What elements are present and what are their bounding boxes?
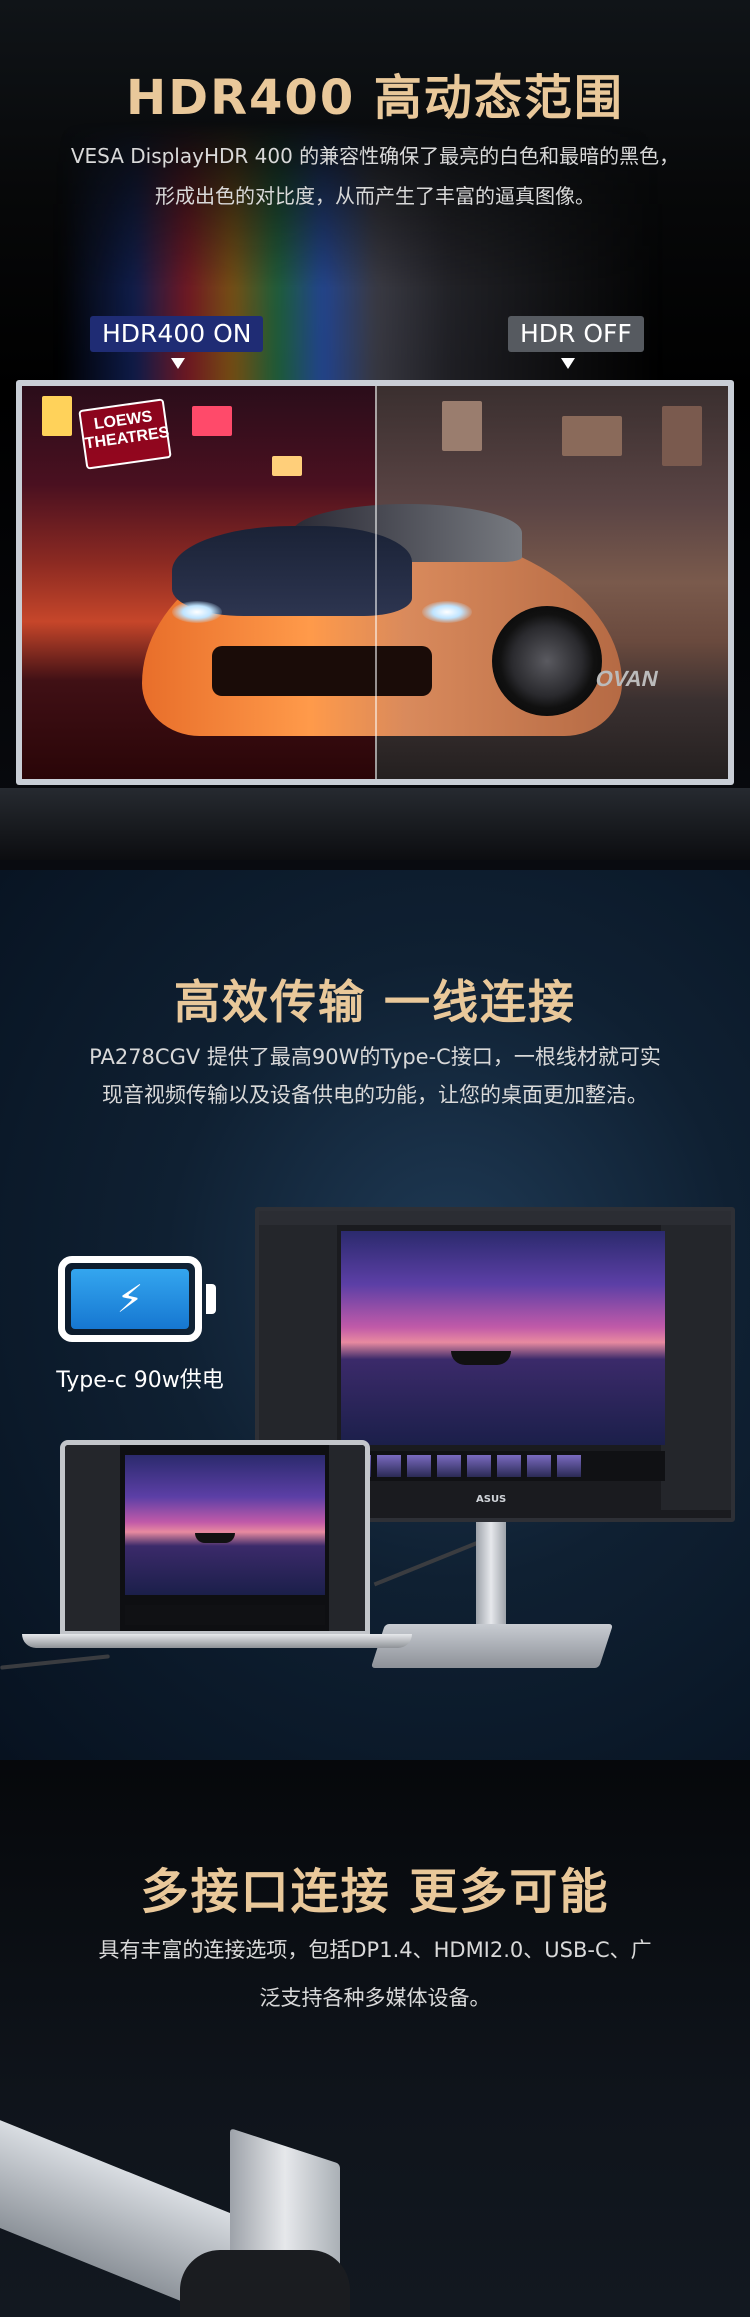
typec-power-label: Type-c 90w供电 [56, 1368, 224, 1393]
monitor-stand-base [370, 1624, 614, 1668]
filmstrip-thumbnail [497, 1455, 521, 1477]
billboard [192, 406, 232, 436]
editor-filmstrip [341, 1451, 665, 1481]
ports-section: 多接口连接 更多可能 具有丰富的连接选项，包括DP1.4、HDMI2.0、USB… [0, 1760, 750, 2317]
billboard [442, 401, 482, 451]
editor-photo-sunset-lake [341, 1231, 665, 1445]
car-decal-graphic: OVAN [593, 666, 661, 691]
hdr-description: VESA DisplayHDR 400 的兼容性确保了最亮的白色和最暗的黑色， … [40, 136, 710, 216]
hdr-off-label: HDR OFF [508, 316, 644, 352]
typec-title: 高效传输 一线连接 [173, 975, 576, 1029]
laptop-base [22, 1634, 412, 1648]
hdr-description-line-2: 形成出色的对比度，从而产生了丰富的逼真图像。 [155, 184, 595, 208]
ports-title: 多接口连接 更多可能 [140, 1864, 610, 1920]
billboard [42, 396, 72, 436]
battery-charging-icon: ⚡ [58, 1256, 202, 1342]
hdr-description-line-1: VESA DisplayHDR 400 的兼容性确保了最亮的白色和最暗的黑色， [70, 144, 680, 168]
typec-section: 高效传输 一线连接 PA278CGV 提供了最高90W的Type-C接口，一根线… [0, 870, 750, 1760]
filmstrip-thumbnail [467, 1455, 491, 1477]
car-headlight [422, 601, 472, 623]
ports-description-line-2: 泛支持各种多媒体设备。 [259, 1986, 491, 2010]
hdr-on-label: HDR400 ON [90, 316, 264, 352]
monitor-stand-neck [476, 1522, 506, 1637]
battery-terminal [206, 1284, 216, 1314]
lightning-bolt-icon: ⚡ [116, 1277, 144, 1321]
car-wheel [492, 606, 602, 716]
typec-description-line-1: PA278CGV 提供了最高90W的Type-C接口，一根线材就可实 [89, 1045, 661, 1069]
filmstrip-thumbnail [557, 1455, 581, 1477]
filmstrip-thumbnail [437, 1455, 461, 1477]
ports-description: 具有丰富的连接选项，包括DP1.4、HDMI2.0、USB-C、广 泛支持各种多… [40, 1926, 710, 2022]
boat-silhouette [451, 1351, 511, 1365]
laptop-cable [0, 1654, 110, 1670]
filmstrip-thumbnail [377, 1455, 401, 1477]
editor-toolbar [259, 1211, 731, 1225]
typec-description: PA278CGV 提供了最高90W的Type-C接口，一根线材就可实 现音视频传… [25, 1038, 725, 1114]
car-headlight [172, 601, 222, 623]
asus-logo: ASUS [476, 1494, 507, 1505]
car-grille [212, 646, 432, 696]
laptop [60, 1440, 370, 1636]
hdr-off-pointer-icon [561, 358, 575, 369]
laptop-editor-left-panel [65, 1445, 120, 1631]
filmstrip-thumbnail [407, 1455, 431, 1477]
laptop-photo-sunset-lake [125, 1455, 325, 1595]
filmstrip-thumbnail [527, 1455, 551, 1477]
billboard [562, 416, 622, 456]
hdr-comparison-image: LOEWS THEATRES OVAN [22, 386, 728, 779]
battery-fill: ⚡ [71, 1269, 189, 1329]
hdr-title: HDR400 高动态范围 [126, 70, 624, 126]
billboard [662, 406, 702, 466]
hdr-on-pointer-icon [171, 358, 185, 369]
hdr-section: HDR400 高动态范围 VESA DisplayHDR 400 的兼容性确保了… [0, 0, 750, 870]
comparison-divider [375, 386, 377, 779]
monitor-hinge [180, 2250, 350, 2317]
boat-silhouette [195, 1533, 235, 1543]
billboard [272, 456, 302, 476]
editor-right-panel [661, 1225, 731, 1510]
laptop-filmstrip [125, 1605, 325, 1625]
hdr-comparison-monitor: LOEWS THEATRES OVAN [16, 380, 734, 785]
ports-description-line-1: 具有丰富的连接选项，包括DP1.4、HDMI2.0、USB-C、广 [98, 1938, 652, 1962]
laptop-editor-right-panel [329, 1445, 365, 1631]
theatre-sign-graphic: LOEWS THEATRES [78, 398, 172, 470]
typec-description-line-2: 现音视频传输以及设备供电的功能，让您的桌面更加整洁。 [102, 1083, 648, 1107]
typec-cable [373, 1537, 487, 1587]
monitor-bezel-base [0, 788, 750, 860]
